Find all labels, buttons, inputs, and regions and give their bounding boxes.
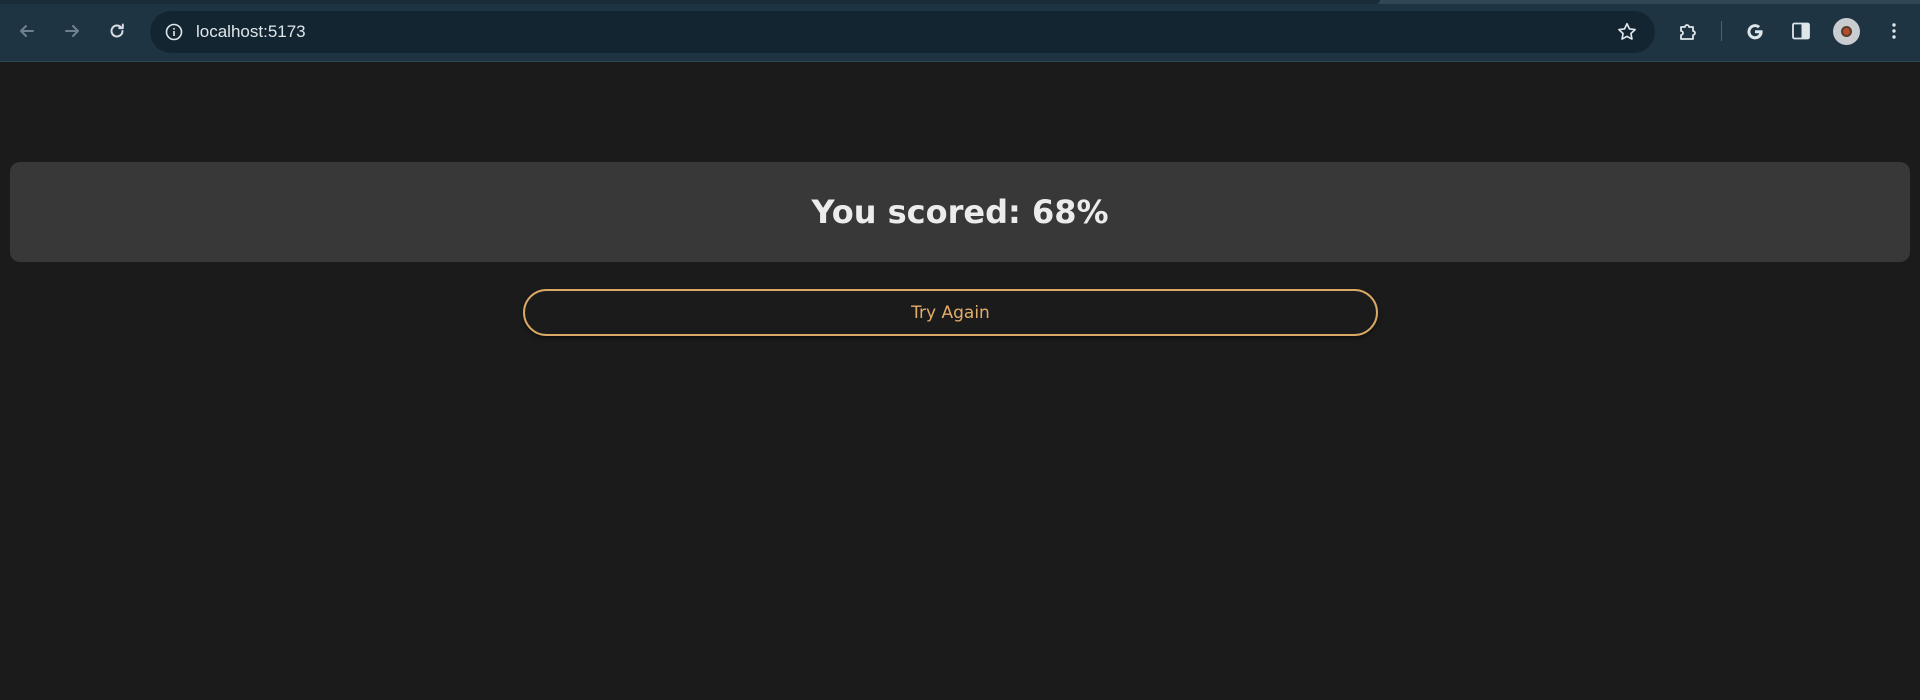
side-panel-button[interactable]: [1787, 17, 1815, 45]
forward-button[interactable]: [54, 13, 90, 49]
kebab-menu-icon: [1892, 23, 1896, 39]
avatar-image: [1841, 26, 1852, 37]
url-text[interactable]: localhost:5173: [196, 11, 306, 53]
info-icon: [165, 23, 183, 41]
back-button[interactable]: [9, 13, 45, 49]
star-icon: [1618, 22, 1636, 40]
browser-toolbar: localhost:5173: [0, 0, 1920, 62]
score-panel: You scored: 68%: [10, 162, 1910, 262]
arrow-right-icon: [65, 25, 79, 37]
try-again-button[interactable]: Try Again: [523, 289, 1378, 336]
active-tab-edge[interactable]: [0, 0, 1380, 4]
side-panel-icon: [1792, 22, 1810, 40]
site-info-button[interactable]: [160, 18, 188, 46]
puzzle-icon: [1680, 24, 1696, 40]
reload-icon: [110, 23, 124, 38]
reload-button[interactable]: [99, 13, 135, 49]
toolbar-separator: [1721, 21, 1722, 41]
avatar[interactable]: [1833, 18, 1860, 45]
google-icon: [1747, 24, 1763, 40]
arrow-left-icon: [20, 25, 34, 37]
address-bar[interactable]: localhost:5173: [150, 11, 1655, 53]
bookmark-button[interactable]: [1615, 20, 1639, 44]
google-button[interactable]: [1741, 17, 1769, 45]
menu-button[interactable]: [1880, 17, 1908, 45]
extensions-button[interactable]: [1674, 17, 1702, 45]
score-heading: You scored: 68%: [811, 193, 1109, 231]
